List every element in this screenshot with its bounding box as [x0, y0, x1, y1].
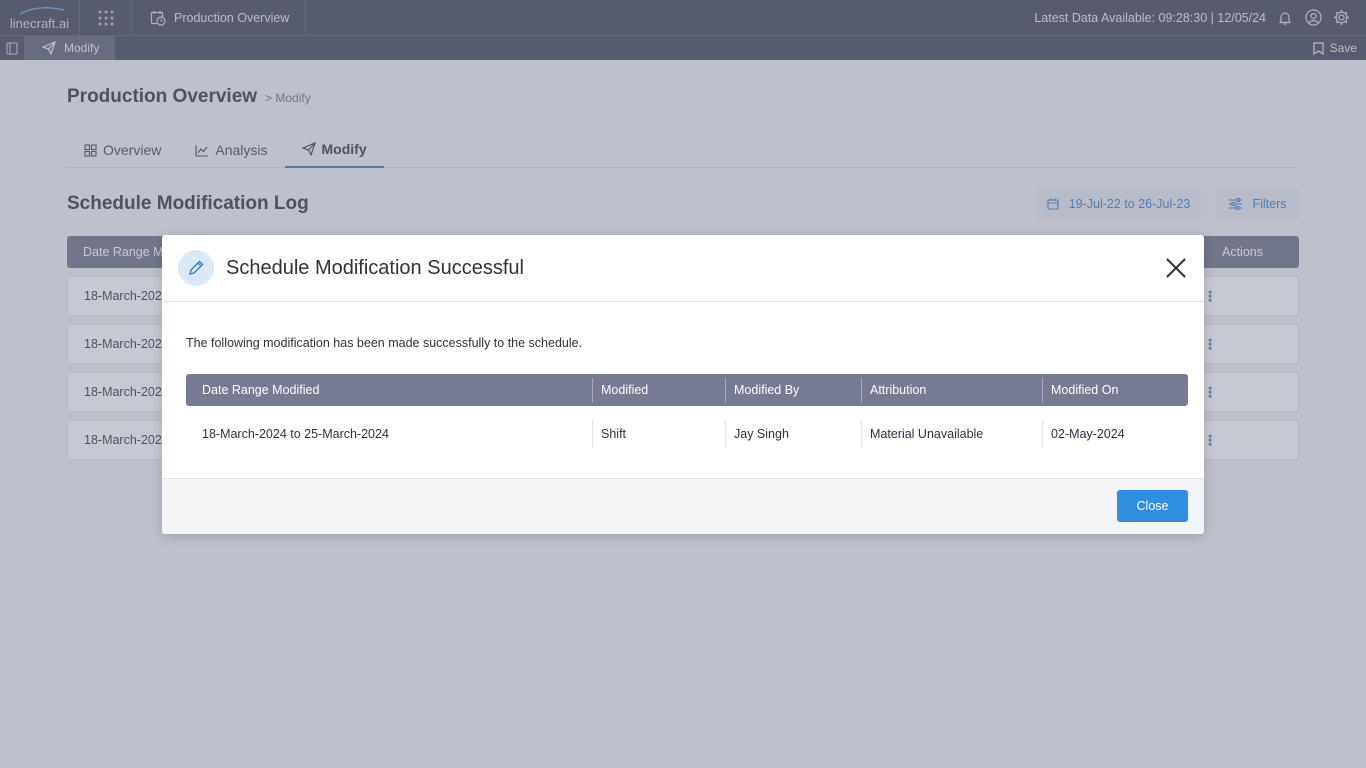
- close-icon[interactable]: [1164, 256, 1188, 280]
- pencil-icon: [178, 250, 214, 286]
- cell-date-range: 18-March-2024 to 25-March-2024: [202, 427, 389, 441]
- success-dialog: Schedule Modification Successful The fol…: [162, 235, 1204, 534]
- close-button[interactable]: Close: [1117, 490, 1188, 522]
- cell-modified-by: Jay Singh: [725, 420, 861, 448]
- column-header-modified-on: Modified On: [1042, 378, 1188, 402]
- dialog-message: The following modification has been made…: [186, 336, 583, 350]
- table-row: 18-March-2024 to 25-March-2024 Shift Jay…: [186, 406, 1188, 462]
- column-header-date-range: Date Range Modified: [202, 383, 320, 397]
- cell-modified-on: 02-May-2024: [1042, 420, 1188, 448]
- column-header-modified-by: Modified By: [725, 378, 861, 402]
- dialog-footer: Close: [162, 478, 1204, 534]
- column-header-attribution: Attribution: [861, 378, 1042, 402]
- dialog-body: The following modification has been made…: [162, 302, 1204, 462]
- column-header-modified: Modified: [592, 378, 725, 402]
- cell-modified: Shift: [592, 420, 725, 448]
- summary-table-header: Date Range Modified Modified Modified By…: [186, 374, 1188, 406]
- dialog-title: Schedule Modification Successful: [226, 256, 524, 279]
- modification-summary-table: Date Range Modified Modified Modified By…: [186, 374, 1188, 462]
- cell-attribution: Material Unavailable: [861, 420, 1042, 448]
- dialog-header: Schedule Modification Successful: [162, 235, 1204, 302]
